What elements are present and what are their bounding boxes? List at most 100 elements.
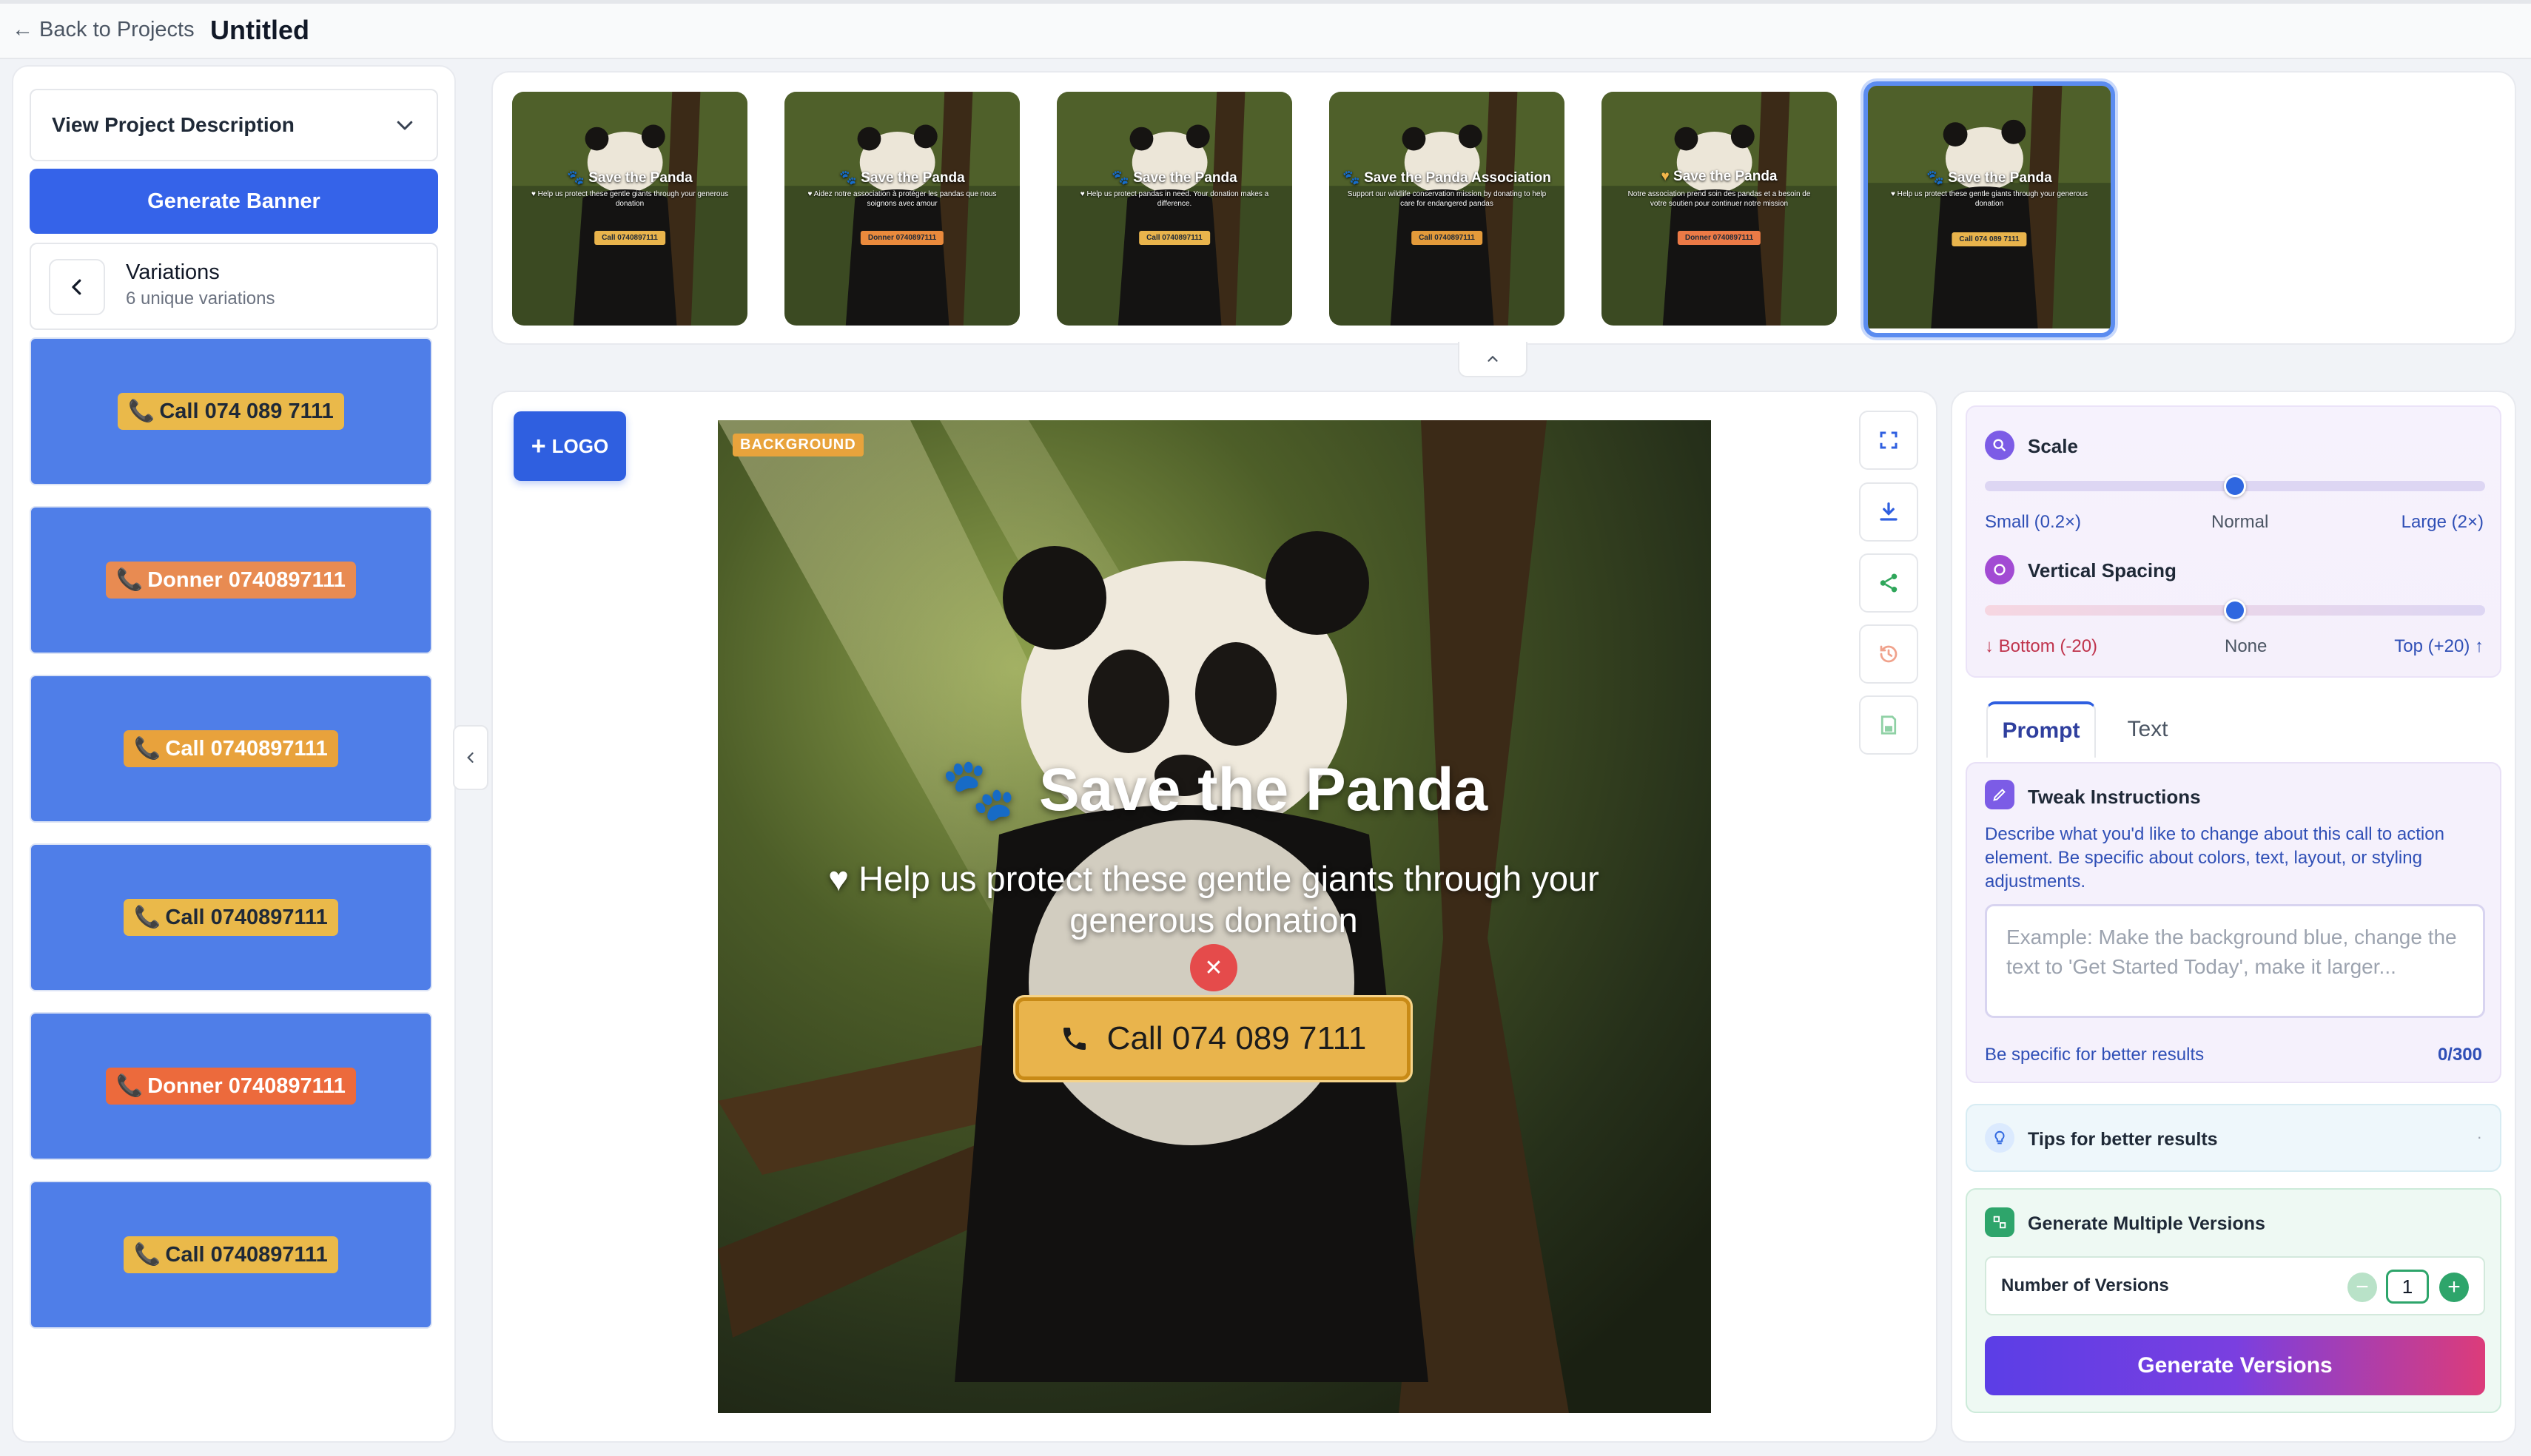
thumbnail-title: ♥ Save the Panda (1661, 169, 1778, 184)
thumbnail-title: 🐾 Save the Panda (567, 170, 693, 186)
collapse-sidebar-button[interactable] (453, 725, 488, 790)
fullscreen-button[interactable] (1859, 411, 1918, 470)
multi-title: Generate Multiple Versions (2028, 1213, 2265, 1234)
download-button[interactable] (1859, 482, 1918, 542)
tab-text[interactable]: Text (2111, 701, 2185, 758)
variation-cta-label: Donner 0740897111 (147, 1074, 346, 1098)
generate-banner-button[interactable]: Generate Banner (30, 169, 438, 234)
scale-min-label: Small (0.2×) (1985, 512, 2082, 532)
thumbnail-subtitle: ♥ Help us protect these gentle giants th… (1890, 190, 2088, 208)
thumbnail-variation[interactable]: 🐾 Save the Panda Association Support our … (1329, 92, 1564, 326)
remove-cta-button[interactable]: ✕ (1190, 944, 1237, 991)
edit-icon (1985, 780, 2014, 809)
thumbnail-cta: Call 074 089 7111 (1952, 232, 2027, 246)
thumbnail-title: 🐾 Save the Panda (1926, 170, 2052, 186)
thumbnail-variation[interactable]: ♥ Save the Panda Notre association prend … (1601, 92, 1837, 326)
thumbnail-title: 🐾 Save the Panda Association (1342, 170, 1551, 186)
thumbnail-cta: Donner 0740897111 (1677, 231, 1761, 245)
logo-button-label: LOGO (551, 434, 609, 457)
variation-cta-label: Call 0740897111 (165, 1242, 328, 1267)
vspace-mid-label: None (2225, 636, 2268, 656)
variation-card[interactable]: 📞 Donner 0740897111 (30, 506, 432, 654)
chevron-left-icon (72, 279, 81, 295)
tweak-hint: Be specific for better results (1985, 1045, 2205, 1065)
number-of-versions-input[interactable]: 1 (2386, 1270, 2429, 1304)
variation-card[interactable]: 📞 Call 0740897111 (30, 843, 432, 991)
paw-icon: 🐾 (1926, 170, 1944, 186)
variation-card[interactable]: 📞 Call 0740897111 (30, 675, 432, 823)
banner-headline-text: Save the Panda (1038, 756, 1488, 823)
thumbnail-subtitle: ♥ Help us protect pandas in need. Your d… (1080, 190, 1269, 208)
phone-icon (1063, 1028, 1086, 1050)
collapse-strip-button[interactable] (1458, 342, 1527, 377)
save-button[interactable] (1859, 695, 1918, 755)
variation-card[interactable]: 📞 Donner 0740897111 (30, 1012, 432, 1160)
view-project-description-dropdown[interactable]: View Project Description (30, 89, 438, 161)
variation-card[interactable]: 📞 Call 074 089 7111 (30, 337, 432, 485)
save-icon (1880, 715, 1897, 735)
variation-card[interactable]: 📞 Call 0740897111 (30, 1181, 432, 1329)
vertical-spacing-title: Vertical Spacing (2028, 559, 2177, 582)
paw-icon: 🐾 (941, 756, 1017, 823)
variation-cta: 📞 Call 0740897111 (124, 899, 338, 936)
history-button[interactable] (1859, 624, 1918, 684)
variation-cta-label: Call 0740897111 (165, 736, 328, 761)
banner-subline[interactable]: ♥ Help us protect these gentle giants th… (807, 858, 1621, 941)
banner-headline[interactable]: 🐾 Save the Panda (718, 755, 1711, 826)
thumbnail-title: 🐾 Save the Panda (839, 170, 965, 186)
transform-card: Scale Small (0.2×) Normal Large (2×) Ver… (1966, 405, 2501, 678)
phone-icon: 📞 (134, 1243, 161, 1267)
panda-thumbnail-image (784, 92, 1020, 326)
variations-count: 6 unique variations (126, 289, 275, 309)
increment-button[interactable]: + (2439, 1273, 2469, 1302)
banner-cta-button[interactable]: Call 074 089 7111 (1015, 997, 1411, 1080)
variations-title: Variations (126, 260, 220, 284)
thumbnail-variation[interactable]: 🐾 Save the Panda ♥ Help us protect these … (1863, 81, 2115, 337)
vertical-spacing-icon (1985, 555, 2014, 584)
tips-card[interactable]: Tips for better results · (1966, 1104, 2501, 1172)
banner-canvas[interactable]: BACKGROUND 🐾 Save the Panda ♥ Help us pro… (718, 420, 1711, 1413)
thumbnail-variation[interactable]: 🐾 Save the Panda ♥ Help us protect these … (512, 92, 747, 326)
scale-title: Scale (2028, 435, 2078, 457)
add-logo-button[interactable]: + LOGO (514, 411, 626, 481)
phone-icon: 📞 (128, 400, 155, 423)
thumbnail-subtitle: ♥ Aidez notre association à protéger les… (807, 190, 997, 208)
generate-multiple-versions-card: Generate Multiple Versions Number of Ver… (1966, 1188, 2501, 1413)
paw-icon: 🐾 (1342, 170, 1360, 186)
variations-back-button[interactable] (49, 259, 105, 315)
back-to-projects-link[interactable]: ← Back to Projects (12, 18, 195, 42)
share-button[interactable] (1859, 553, 1918, 613)
view-description-label: View Project Description (52, 113, 295, 136)
tweak-instructions-input[interactable]: Example: Make the background blue, chang… (1985, 904, 2485, 1018)
vertical-spacing-slider-thumb[interactable] (2224, 599, 2246, 621)
panda-thumbnail-image (1601, 92, 1837, 326)
plus-icon: + (531, 432, 546, 460)
thumbnail-variation[interactable]: 🐾 Save the Panda ♥ Aidez notre associatio… (784, 92, 1020, 326)
paw-icon: 🐾 (567, 170, 585, 186)
scale-slider-thumb[interactable] (2224, 475, 2246, 497)
variation-cta-label: Call 074 089 7111 (159, 399, 334, 423)
heart-icon: ♥ (1661, 169, 1670, 184)
tweak-character-counter: 0/300 (2437, 1045, 2482, 1065)
thumbnail-subtitle: Support our wildlife conservation missio… (1347, 190, 1547, 208)
variations-header: Variations 6 unique variations (30, 243, 438, 330)
scale-max-label: Large (2×) (2401, 512, 2484, 532)
decrement-button[interactable]: − (2347, 1273, 2377, 1302)
generate-versions-button[interactable]: Generate Versions (1985, 1336, 2485, 1395)
panda-thumbnail-image (1057, 92, 1292, 326)
tab-prompt[interactable]: Prompt (1986, 701, 2096, 758)
background-badge[interactable]: BACKGROUND (733, 434, 864, 456)
thumbnail-cta: Call 0740897111 (594, 231, 665, 245)
lightbulb-icon (1985, 1123, 2014, 1153)
variation-cta: 📞 Call 0740897111 (124, 730, 338, 767)
banner-cta-label: Call 074 089 7111 (1106, 1020, 1367, 1056)
thumbnail-cta: Call 0740897111 (1411, 231, 1482, 245)
number-of-versions-row: Number of Versions − 1 + (1985, 1256, 2485, 1315)
layers-icon (1985, 1207, 2014, 1237)
panda-thumbnail-image (512, 92, 747, 326)
tweak-title: Tweak Instructions (2028, 786, 2201, 808)
project-title[interactable]: Untitled (210, 15, 309, 46)
thumbnail-variation[interactable]: 🐾 Save the Panda ♥ Help us protect pandas… (1057, 92, 1292, 326)
chevron-up-icon (1488, 355, 1498, 362)
variation-cta: 📞 Donner 0740897111 (106, 1068, 356, 1105)
